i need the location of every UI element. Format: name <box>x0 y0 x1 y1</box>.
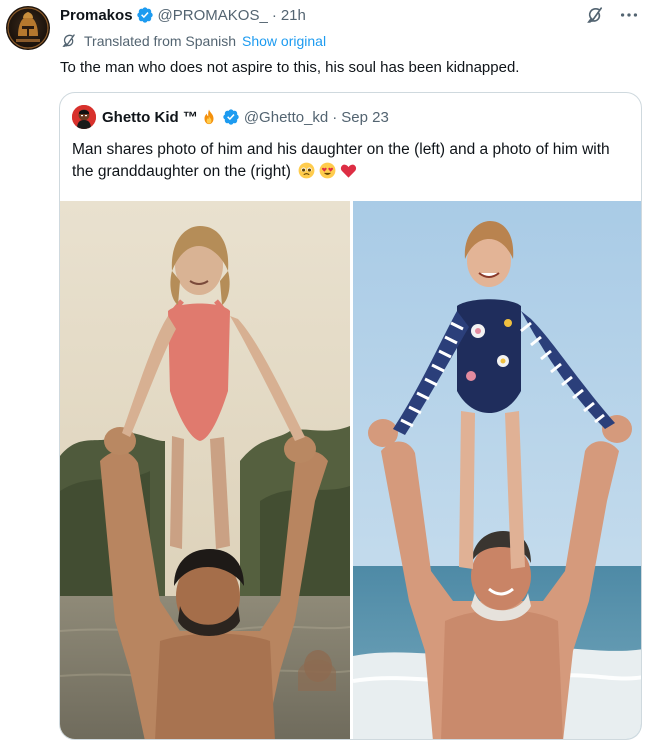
author-name[interactable]: Promakos <box>60 7 133 24</box>
translate-icon <box>62 34 75 47</box>
post-header: Promakos @PROMAKOS_ · 21h <box>60 4 306 26</box>
post-text: To the man who does not aspire to this, … <box>60 59 520 76</box>
separator-dot: · <box>332 108 338 126</box>
post-time[interactable]: 21h <box>281 7 306 24</box>
more-icon[interactable] <box>618 4 640 26</box>
show-original-link[interactable]: Show original <box>242 33 326 49</box>
pleading-face-icon <box>298 162 315 179</box>
translation-label: Translated from Spanish <box>84 33 236 49</box>
photo-right[interactable] <box>353 201 641 739</box>
author-handle[interactable]: @PROMAKOS_ <box>158 7 268 24</box>
quote-header: Ghetto Kid ™ @Ghetto_kd · Sep 23 <box>72 105 389 129</box>
quote-media <box>60 201 641 739</box>
quote-text: Man shares photo of him and his daughter… <box>72 139 632 183</box>
translation-notice: Translated from Spanish Show original <box>60 32 326 50</box>
verified-badge-icon <box>136 7 153 23</box>
post-actions <box>584 4 640 26</box>
author-avatar[interactable] <box>6 6 50 50</box>
red-heart-icon <box>341 164 357 178</box>
heart-eyes-face-icon <box>319 162 336 179</box>
quote-author-avatar[interactable] <box>72 105 96 129</box>
fire-emoji-icon <box>204 109 214 125</box>
grok-icon[interactable] <box>584 4 606 26</box>
quote-time[interactable]: Sep 23 <box>341 109 389 126</box>
quoted-post[interactable]: Ghetto Kid ™ @Ghetto_kd · Sep 23 Man sha… <box>59 92 642 740</box>
verified-badge-icon <box>223 109 239 125</box>
photo-left[interactable] <box>60 201 350 739</box>
separator-dot: · <box>271 6 277 24</box>
post[interactable]: Promakos @PROMAKOS_ · 21h Translated fro… <box>0 0 652 746</box>
quote-author-name[interactable]: Ghetto Kid ™ <box>102 109 198 126</box>
quote-author-handle[interactable]: @Ghetto_kd <box>244 109 328 126</box>
